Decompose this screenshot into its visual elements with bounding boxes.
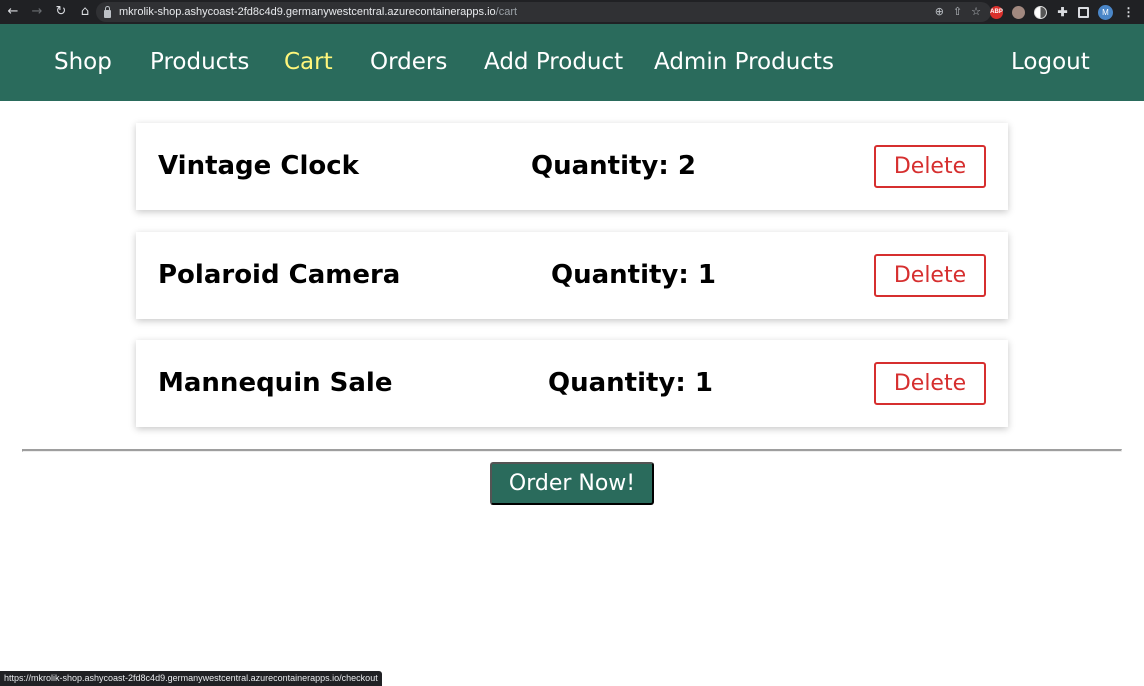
nav-logout[interactable]: Logout [1011, 24, 1090, 101]
delete-button[interactable]: Delete [874, 362, 986, 405]
cart-item-title: Polaroid Camera [158, 260, 401, 290]
home-icon[interactable]: ⌂ [74, 0, 96, 24]
cart-item-quantity: Quantity: 2 [531, 151, 696, 181]
cart-item-title: Vintage Clock [158, 151, 359, 181]
nav-orders[interactable]: Orders [370, 24, 447, 101]
cart-item: Vintage Clock Quantity: 2 Delete [136, 123, 1008, 210]
url-text: mkrolik-shop.ashycoast-2fd8c4d9.germanyw… [119, 6, 517, 18]
browser-menu-icon[interactable]: ⋮ [1122, 5, 1135, 19]
adblock-extension-icon[interactable]: ABP [990, 5, 1003, 19]
nav-shop[interactable]: Shop [54, 24, 112, 101]
cart-item: Polaroid Camera Quantity: 1 Delete [136, 232, 1008, 319]
cart-item: Mannequin Sale Quantity: 1 Delete [136, 340, 1008, 427]
side-panel-icon[interactable] [1078, 6, 1089, 18]
browser-toolbar: ← → ↻ ⌂ mkrolik-shop.ashycoast-2fd8c4d9.… [0, 0, 1144, 24]
extensions-puzzle-icon[interactable]: ✚ [1056, 5, 1069, 19]
divider [22, 449, 1122, 452]
lock-icon [104, 5, 111, 18]
status-bar-url: https://mkrolik-shop.ashycoast-2fd8c4d9.… [0, 671, 382, 686]
back-arrow-icon[interactable]: ← [2, 0, 24, 24]
bookmark-star-icon[interactable]: ☆ [971, 2, 981, 22]
contrast-extension-icon[interactable] [1034, 5, 1047, 19]
delete-button[interactable]: Delete [874, 145, 986, 188]
cart-item-quantity: Quantity: 1 [551, 260, 716, 290]
cart-item-title: Mannequin Sale [158, 368, 393, 398]
nav-cart[interactable]: Cart [284, 24, 333, 101]
url-path: /cart [495, 6, 518, 18]
monkey-extension-icon[interactable] [1012, 5, 1025, 19]
app-header: Shop Products Cart Orders Add Product Ad… [0, 24, 1144, 101]
cart-item-quantity: Quantity: 1 [548, 368, 713, 398]
profile-avatar[interactable]: M [1098, 4, 1113, 20]
reload-icon[interactable]: ↻ [50, 0, 72, 24]
nav-admin-products[interactable]: Admin Products [654, 24, 834, 101]
share-icon[interactable]: ⇧ [953, 2, 962, 22]
order-now-button[interactable]: Order Now! [490, 462, 654, 505]
nav-products[interactable]: Products [150, 24, 249, 101]
nav-add-product[interactable]: Add Product [484, 24, 623, 101]
delete-button[interactable]: Delete [874, 254, 986, 297]
zoom-icon[interactable]: ⊕ [935, 2, 944, 22]
forward-arrow-icon[interactable]: → [26, 0, 48, 24]
address-bar[interactable]: mkrolik-shop.ashycoast-2fd8c4d9.germanyw… [96, 2, 991, 22]
url-host: mkrolik-shop.ashycoast-2fd8c4d9.germanyw… [119, 6, 496, 18]
